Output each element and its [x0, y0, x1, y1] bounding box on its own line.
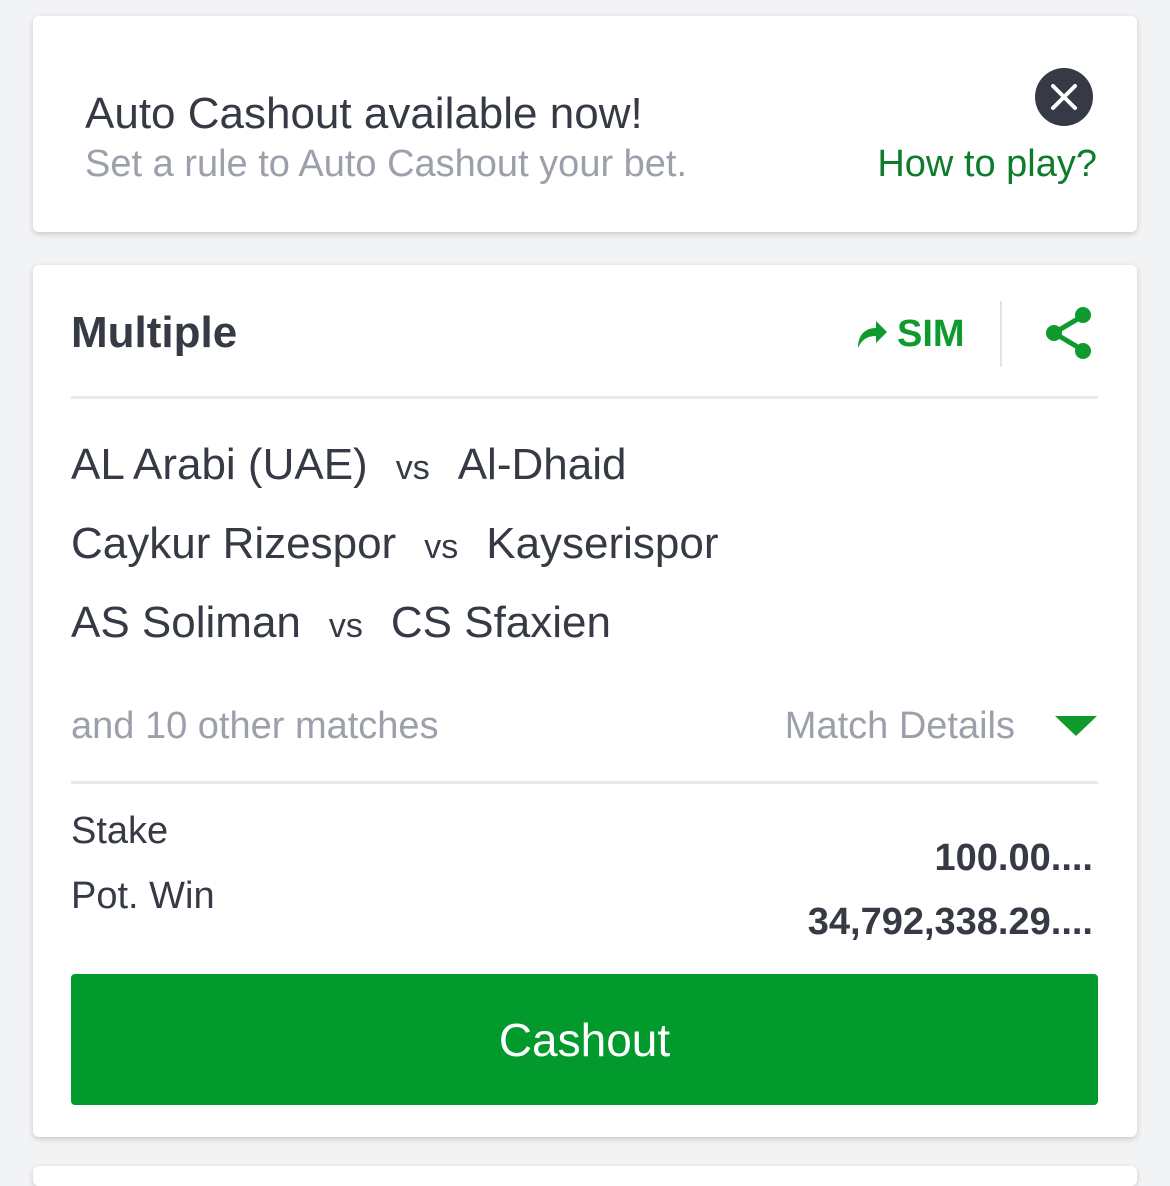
away-team: Al-Dhaid — [457, 440, 627, 489]
other-matches-text: and 10 other matches — [71, 705, 439, 747]
share-arrow-icon — [858, 321, 887, 348]
share-button[interactable] — [1041, 305, 1097, 361]
sim-button[interactable]: SIM — [855, 309, 965, 359]
vs-label: vs — [328, 607, 363, 645]
match-row: Caykur Rizespor vs Kayserispor — [71, 518, 719, 573]
home-team: AL Arabi (UAE) — [71, 440, 368, 489]
home-team: AS Soliman — [71, 598, 301, 647]
vs-label: vs — [424, 528, 459, 566]
close-banner-button[interactable] — [1035, 68, 1093, 126]
close-icon — [1051, 84, 1077, 110]
share-icon — [1046, 307, 1091, 359]
auto-cashout-banner: Auto Cashout available now! Set a rule t… — [33, 16, 1137, 232]
away-team: Kayserispor — [486, 519, 719, 568]
match-details-toggle[interactable]: Match Details — [785, 703, 1097, 749]
banner-title: Auto Cashout available now! — [85, 89, 643, 138]
match-row: AL Arabi (UAE) vs Al-Dhaid — [71, 439, 626, 494]
bet-card: Multiple SIM AL Arabi (UAE) vs Al-Dhaid Ca… — [33, 265, 1137, 1137]
home-team: Caykur Rizespor — [71, 519, 397, 568]
sim-label: SIM — [897, 313, 965, 355]
cashout-button[interactable]: Cashout — [71, 974, 1098, 1105]
chevron-down-icon — [1055, 716, 1097, 736]
match-row: AS Soliman vs CS Sfaxien — [71, 597, 611, 652]
next-card-edge — [33, 1166, 1137, 1186]
divider — [71, 781, 1098, 784]
stake-value: 100.00.... — [934, 837, 1093, 879]
pot-win-label: Pot. Win — [71, 875, 215, 917]
away-team: CS Sfaxien — [390, 598, 611, 647]
vs-label: vs — [395, 449, 430, 487]
match-details-label: Match Details — [784, 705, 1015, 747]
stake-label: Stake — [71, 810, 169, 852]
banner-subtitle: Set a rule to Auto Cashout your bet. — [85, 143, 688, 185]
header-divider — [1000, 301, 1002, 367]
how-to-play-link[interactable]: How to play? — [877, 142, 1097, 186]
divider — [71, 396, 1098, 399]
pot-win-value: 34,792,338.29.... — [807, 901, 1093, 943]
bet-type-title: Multiple — [71, 308, 238, 357]
